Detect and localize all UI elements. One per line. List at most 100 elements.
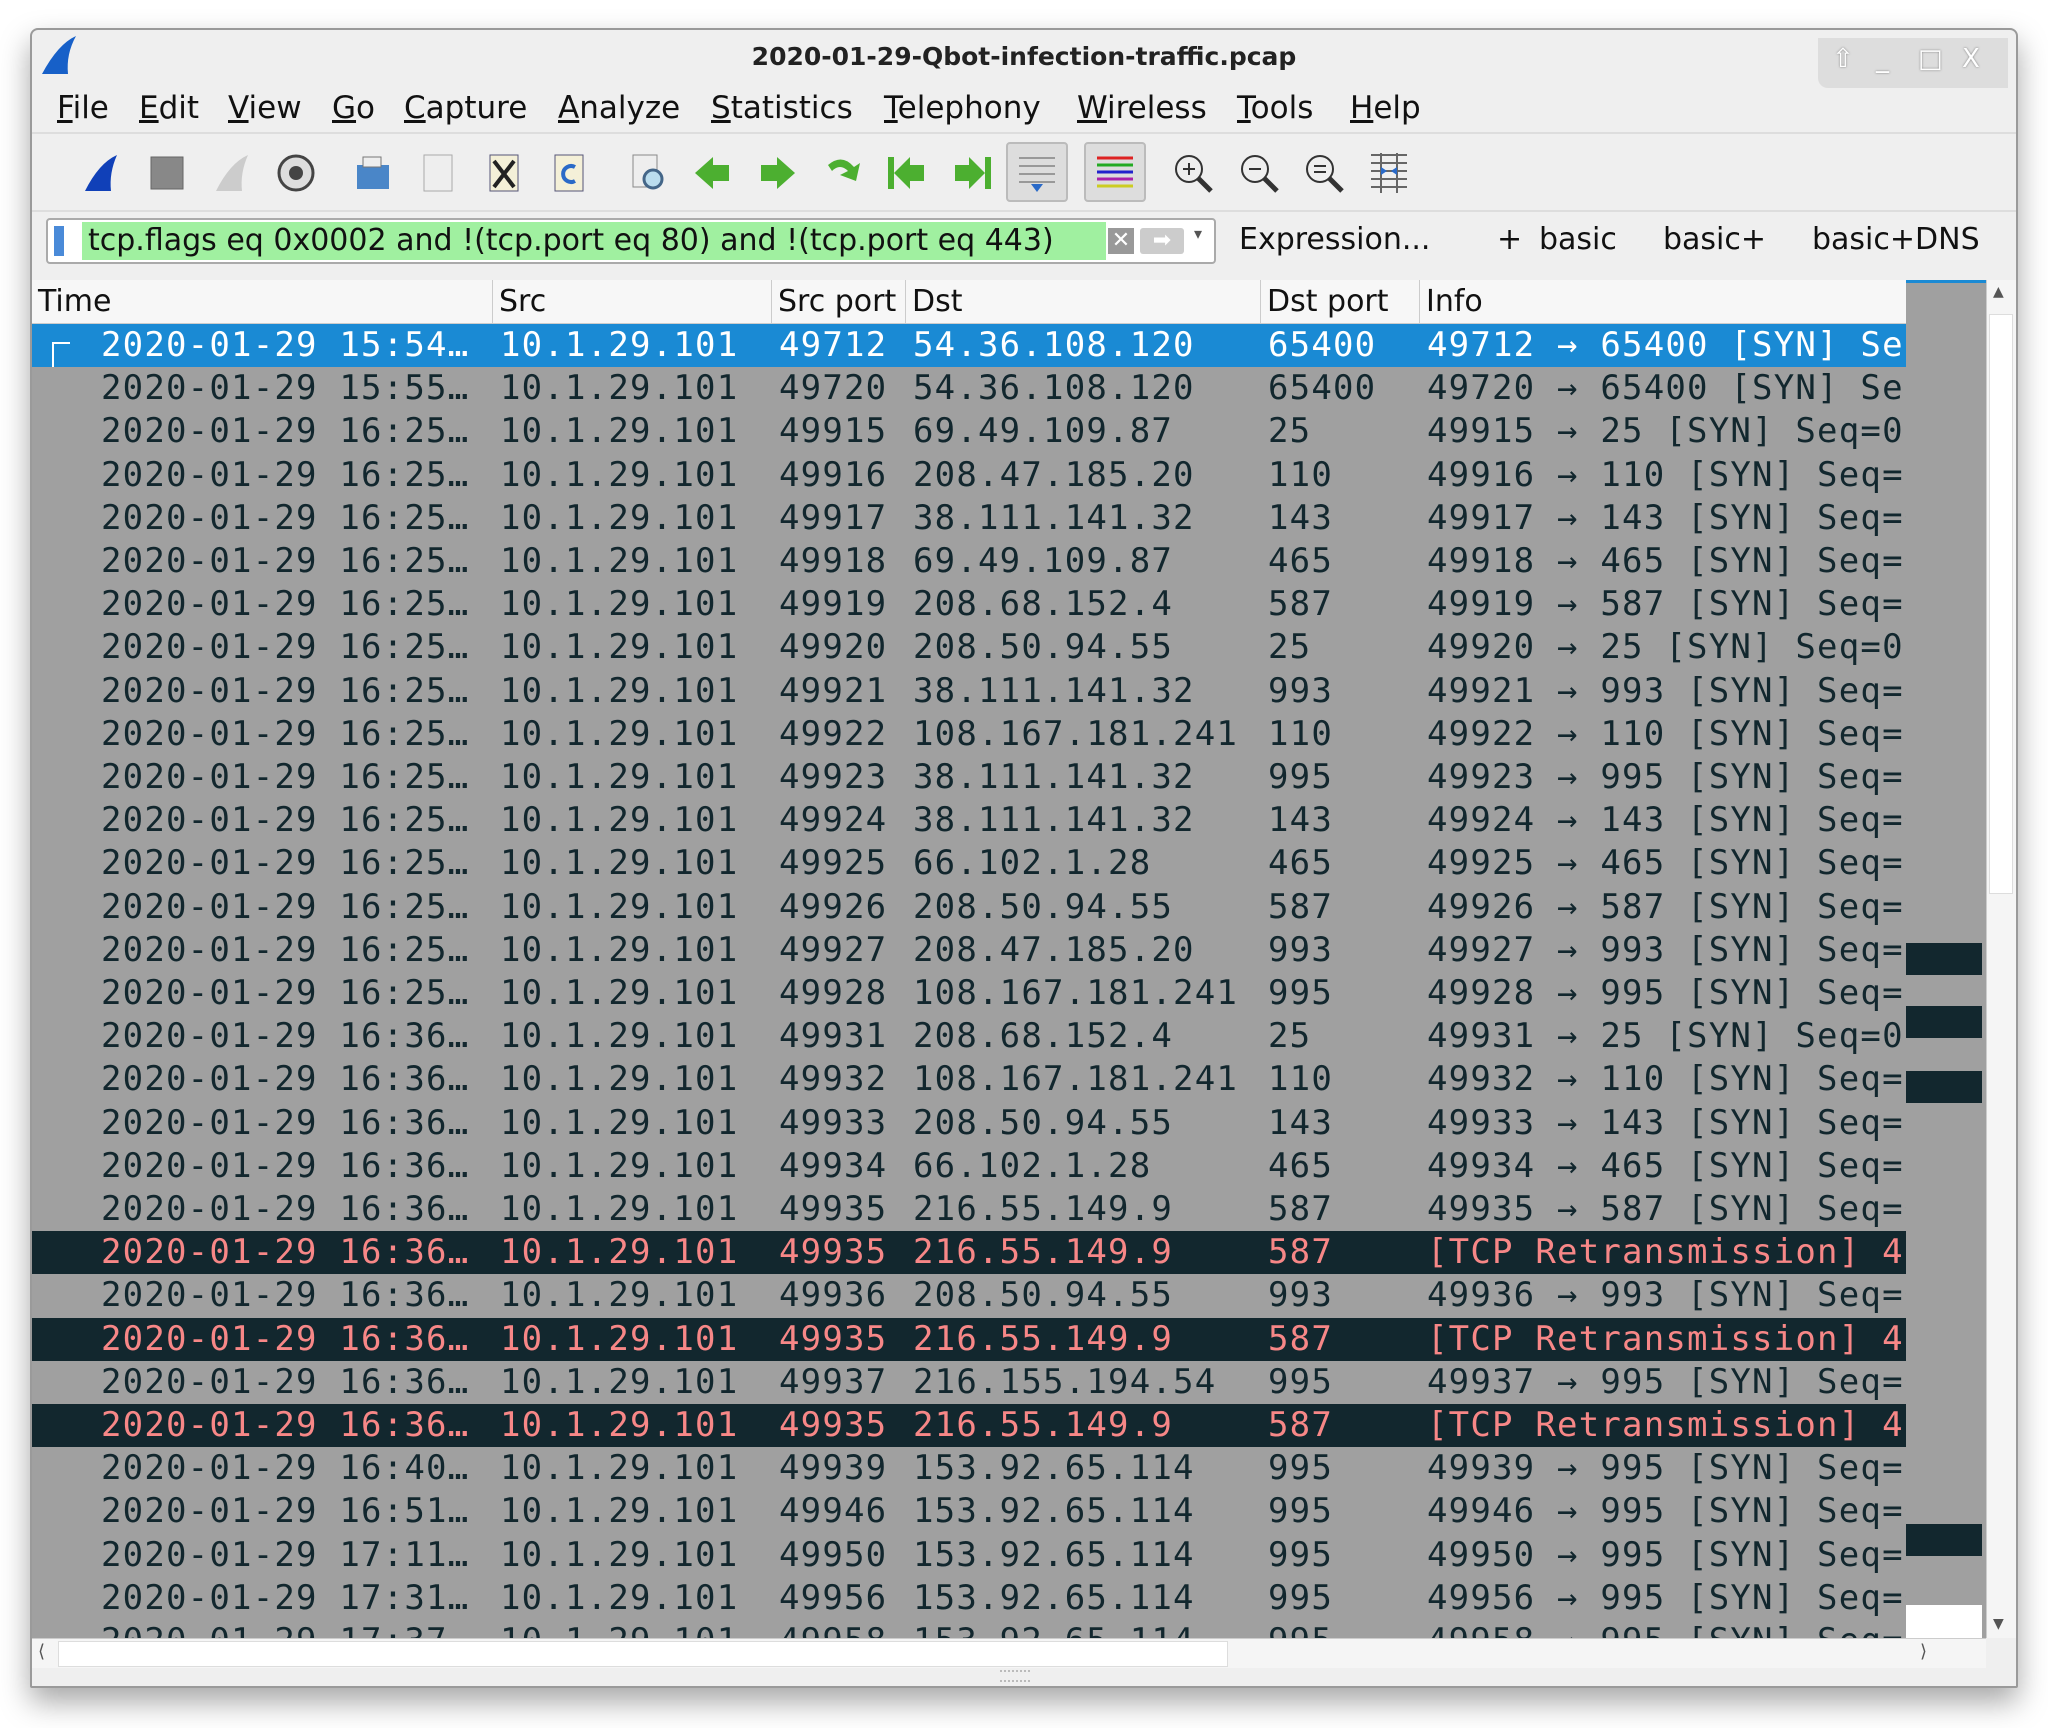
- filter-button-basic-dns[interactable]: basic+DNS: [1812, 222, 1980, 257]
- packet-row[interactable]: 2020-01-29 16:25… 10.1.29.101 49918 69.49.1…: [32, 540, 1906, 583]
- menu-edit[interactable]: Edit: [139, 90, 199, 126]
- packet-row[interactable]: 2020-01-29 16:36… 10.1.29.101 49931 208.68.…: [32, 1015, 1906, 1058]
- zoom-normal-icon[interactable]: [1299, 148, 1349, 198]
- packet-row[interactable]: 2020-01-29 16:36… 10.1.29.101 49933 208.50.…: [32, 1102, 1906, 1145]
- filter-button-basic[interactable]: basic: [1539, 222, 1617, 257]
- filter-dropdown-icon[interactable]: ▾: [1194, 224, 1202, 243]
- resize-columns-icon[interactable]: [1364, 148, 1414, 198]
- display-filter-input[interactable]: tcp.flags eq 0x0002 and !(tcp.port eq 80…: [46, 218, 1216, 264]
- scroll-up-icon[interactable]: ▲: [1993, 284, 2004, 300]
- add-filter-button[interactable]: +: [1497, 222, 1522, 257]
- column-header-info[interactable]: Info: [1420, 280, 1906, 324]
- packet-row[interactable]: 2020-01-29 16:25… 10.1.29.101 49926 208.50.…: [32, 886, 1906, 929]
- column-header-time[interactable]: Time: [32, 280, 493, 324]
- packet-row[interactable]: 2020-01-29 16:25… 10.1.29.101 49924 38.111.…: [32, 799, 1906, 842]
- save-file-icon[interactable]: [413, 148, 463, 198]
- packet-row[interactable]: 2020-01-29 16:25… 10.1.29.101 49925 66.102.…: [32, 842, 1906, 885]
- packet-row[interactable]: 2020-01-29 16:25… 10.1.29.101 49920 208.50.…: [32, 626, 1906, 669]
- scroll-left-icon[interactable]: ⟨: [38, 1641, 45, 1662]
- packet-row[interactable]: 2020-01-29 16:25… 10.1.29.101 49921 38.111.…: [32, 670, 1906, 713]
- menu-telephony[interactable]: Telephony: [884, 90, 1041, 126]
- cell-info: 49946 → 995 [SYN] Seq=0: [1427, 1491, 1906, 1532]
- packet-row[interactable]: 2020-01-29 16:36… 10.1.29.101 49937 216.155…: [32, 1361, 1906, 1404]
- reload-file-icon[interactable]: [544, 148, 594, 198]
- packet-row[interactable]: 2020-01-29 17:37… 10.1.29.101 49958 153.92.…: [32, 1620, 1906, 1638]
- menu-help[interactable]: Help: [1350, 90, 1421, 126]
- cell-info: 49937 → 995 [SYN] Seq=0: [1427, 1361, 1906, 1402]
- clear-filter-icon[interactable]: ✕: [1108, 228, 1134, 254]
- packet-row[interactable]: 2020-01-29 17:31… 10.1.29.101 49956 153.92.…: [32, 1577, 1906, 1620]
- restart-capture-icon[interactable]: [207, 148, 257, 198]
- packet-row-retransmission[interactable]: 2020-01-29 16:36… 10.1.29.101 49935 216.55.…: [32, 1317, 1906, 1361]
- horizontal-scrollbar[interactable]: ⟨ ⟩: [32, 1638, 1986, 1668]
- pane-splitter-handle[interactable]: [1000, 1670, 1030, 1682]
- column-header-dst-port[interactable]: Dst port: [1261, 280, 1420, 324]
- first-packet-icon[interactable]: [881, 148, 931, 198]
- go-forward-icon[interactable]: [752, 148, 802, 198]
- go-back-icon[interactable]: [688, 148, 738, 198]
- packet-row[interactable]: 2020-01-29 16:25… 10.1.29.101 49927 208.47.…: [32, 929, 1906, 972]
- zoom-out-icon[interactable]: [1234, 148, 1284, 198]
- menu-statistics[interactable]: Statistics: [711, 90, 853, 126]
- cell-src: 10.1.29.101: [500, 1102, 739, 1143]
- cell-time: 2020-01-29 16:25…: [101, 800, 470, 841]
- zoom-in-icon[interactable]: [1168, 148, 1218, 198]
- packet-row[interactable]: 2020-01-29 17:11… 10.1.29.101 49950 153.92.…: [32, 1534, 1906, 1577]
- vertical-scrollbar[interactable]: ▲ ▼: [1986, 280, 2016, 1638]
- close-icon[interactable]: X: [1962, 44, 1980, 74]
- menu-go[interactable]: Go: [332, 90, 375, 126]
- column-header-src-port[interactable]: Src port: [772, 280, 906, 324]
- packet-row-selected[interactable]: 2020-01-29 15:54… 10.1.29.101 49712 54.36.1…: [32, 324, 1906, 368]
- expression-button[interactable]: Expression...: [1239, 222, 1430, 257]
- find-packet-icon[interactable]: [624, 148, 674, 198]
- filter-button-basic-plus[interactable]: basic+: [1663, 222, 1766, 257]
- cell-src-port: 49921: [779, 670, 888, 711]
- packet-row[interactable]: 2020-01-29 16:25… 10.1.29.101 49916 208.47.…: [32, 454, 1906, 497]
- bookmark-icon[interactable]: [54, 226, 64, 256]
- column-header-dst[interactable]: Dst: [906, 280, 1261, 324]
- packet-row[interactable]: 2020-01-29 16:36… 10.1.29.101 49935 216.55.…: [32, 1188, 1906, 1231]
- scroll-down-icon[interactable]: ▼: [1993, 1616, 2004, 1632]
- menu-view[interactable]: View: [228, 90, 302, 126]
- packet-row[interactable]: 2020-01-29 16:51… 10.1.29.101 49946 153.92.…: [32, 1490, 1906, 1533]
- apply-filter-icon[interactable]: ➡: [1140, 228, 1184, 254]
- menu-wireless[interactable]: Wireless: [1077, 90, 1207, 126]
- cell-src: 10.1.29.101: [500, 1577, 739, 1618]
- last-packet-icon[interactable]: [948, 148, 998, 198]
- packet-row[interactable]: 2020-01-29 16:25… 10.1.29.101 49922 108.167…: [32, 713, 1906, 756]
- stop-capture-icon[interactable]: [142, 148, 192, 198]
- menu-capture[interactable]: Capture: [404, 90, 527, 126]
- colorize-icon[interactable]: [1084, 142, 1146, 202]
- packet-row[interactable]: 2020-01-29 15:55… 10.1.29.101 49720 54.36.1…: [32, 367, 1906, 410]
- cell-dst-port: 25: [1268, 627, 1312, 668]
- filter-text[interactable]: tcp.flags eq 0x0002 and !(tcp.port eq 80…: [88, 222, 1054, 260]
- keep-above-icon[interactable]: ⇧: [1832, 44, 1854, 74]
- open-file-icon[interactable]: [348, 148, 398, 198]
- go-to-packet-icon[interactable]: [817, 148, 867, 198]
- packet-row[interactable]: 2020-01-29 16:25… 10.1.29.101 49928 108.167…: [32, 972, 1906, 1015]
- packet-row-retransmission[interactable]: 2020-01-29 16:36… 10.1.29.101 49935 216.55.…: [32, 1404, 1906, 1448]
- menu-file[interactable]: File: [57, 90, 109, 126]
- horizontal-scroll-thumb[interactable]: [58, 1641, 1228, 1667]
- packet-row[interactable]: 2020-01-29 16:25… 10.1.29.101 49917 38.111.…: [32, 497, 1906, 540]
- packet-row[interactable]: 2020-01-29 16:25… 10.1.29.101 49915 69.49.1…: [32, 410, 1906, 453]
- close-file-icon[interactable]: [479, 148, 529, 198]
- packet-row[interactable]: 2020-01-29 16:36… 10.1.29.101 49936 208.50.…: [32, 1274, 1906, 1317]
- menu-analyze[interactable]: Analyze: [558, 90, 680, 126]
- packet-minimap[interactable]: [1906, 280, 1986, 1641]
- autoscroll-icon[interactable]: [1006, 142, 1068, 202]
- packet-row[interactable]: 2020-01-29 16:36… 10.1.29.101 49934 66.102.…: [32, 1145, 1906, 1188]
- maximize-icon[interactable]: □: [1918, 44, 1943, 74]
- minimize-icon[interactable]: _: [1876, 44, 1889, 74]
- packet-row-retransmission[interactable]: 2020-01-29 16:36… 10.1.29.101 49935 216.55.…: [32, 1231, 1906, 1275]
- packet-row[interactable]: 2020-01-29 16:25… 10.1.29.101 49923 38.111.…: [32, 756, 1906, 799]
- packet-row[interactable]: 2020-01-29 16:40… 10.1.29.101 49939 153.92.…: [32, 1447, 1906, 1490]
- capture-options-icon[interactable]: [271, 148, 321, 198]
- start-capture-icon[interactable]: [76, 148, 126, 198]
- packet-row[interactable]: 2020-01-29 16:25… 10.1.29.101 49919 208.68.…: [32, 583, 1906, 626]
- scroll-right-icon[interactable]: ⟩: [1920, 1641, 1927, 1662]
- vertical-scroll-thumb[interactable]: [1989, 314, 2013, 894]
- column-header-src[interactable]: Src: [493, 280, 772, 324]
- menu-tools[interactable]: Tools: [1237, 90, 1313, 126]
- packet-row[interactable]: 2020-01-29 16:36… 10.1.29.101 49932 108.167…: [32, 1058, 1906, 1101]
